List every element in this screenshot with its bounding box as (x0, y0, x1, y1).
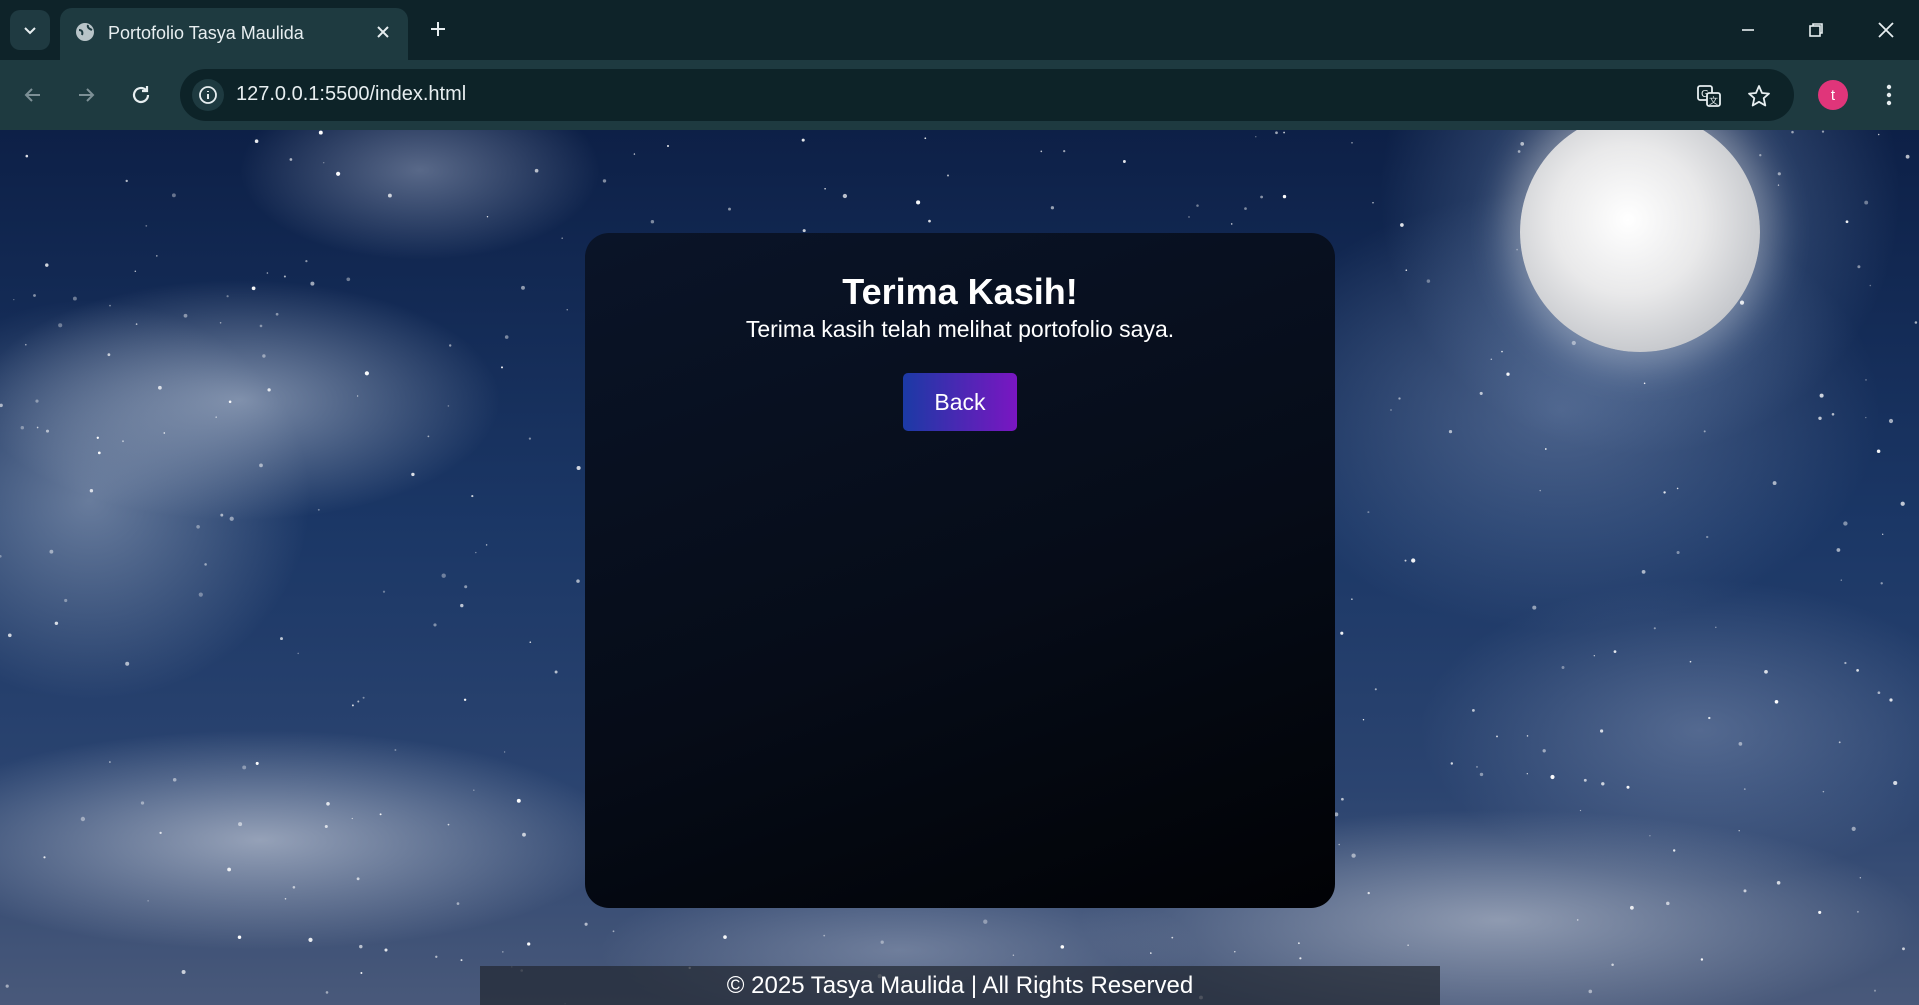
translate-icon: G文 (1697, 85, 1721, 107)
url-text[interactable]: 127.0.0.1:5500/index.html (236, 83, 466, 106)
minimize-icon (1742, 29, 1754, 31)
translate-button[interactable]: G文 (1694, 81, 1724, 111)
page-title: Terima Kasih! (842, 271, 1078, 312)
more-vertical-icon (1886, 84, 1892, 106)
arrow-left-icon (24, 88, 40, 102)
plus-icon (431, 22, 445, 36)
tab-active[interactable]: Portofolio Tasya Maulida (60, 8, 408, 60)
browser-toolbar: 127.0.0.1:5500/index.html G文 t (0, 60, 1919, 130)
tab-close-button[interactable] (370, 19, 396, 45)
tab-search-button[interactable] (10, 10, 50, 50)
restore-icon (1809, 23, 1823, 37)
back-button[interactable]: Back (903, 373, 1017, 431)
tab-title: Portofolio Tasya Maulida (108, 23, 304, 43)
browser-menu-button[interactable] (1872, 76, 1906, 114)
svg-text:文: 文 (1709, 95, 1718, 107)
star-icon (1748, 85, 1770, 107)
info-icon (199, 86, 217, 104)
tab-strip: Portofolio Tasya Maulida (0, 0, 1919, 60)
restore-button[interactable] (1796, 10, 1836, 50)
thank-you-card: Terima Kasih! Terima kasih telah melihat… (585, 233, 1335, 908)
close-icon (1878, 22, 1894, 38)
reload-icon (132, 86, 150, 104)
page-footer: © 2025 Tasya Maulida | All Rights Reserv… (480, 966, 1440, 1005)
globe-icon (76, 23, 94, 41)
close-window-button[interactable] (1866, 10, 1906, 50)
footer-text: © 2025 Tasya Maulida | All Rights Reserv… (726, 971, 1194, 999)
minimize-button[interactable] (1728, 10, 1768, 50)
arrow-right-icon (79, 88, 95, 102)
new-tab-button[interactable] (424, 15, 452, 43)
page-viewport: Terima Kasih! Terima kasih telah melihat… (0, 130, 1919, 1005)
reload-button[interactable] (121, 75, 161, 115)
address-bar[interactable]: 127.0.0.1:5500/index.html G文 (180, 69, 1794, 121)
chevron-down-icon (24, 27, 36, 35)
profile-avatar[interactable]: t (1818, 80, 1848, 110)
forward-nav-button[interactable] (66, 75, 106, 115)
close-icon (377, 26, 389, 38)
thank-you-message: Terima kasih telah melihat portofolio sa… (745, 316, 1175, 342)
back-nav-button[interactable] (13, 75, 53, 115)
site-info-button[interactable] (192, 79, 224, 111)
bookmark-button[interactable] (1744, 81, 1774, 111)
